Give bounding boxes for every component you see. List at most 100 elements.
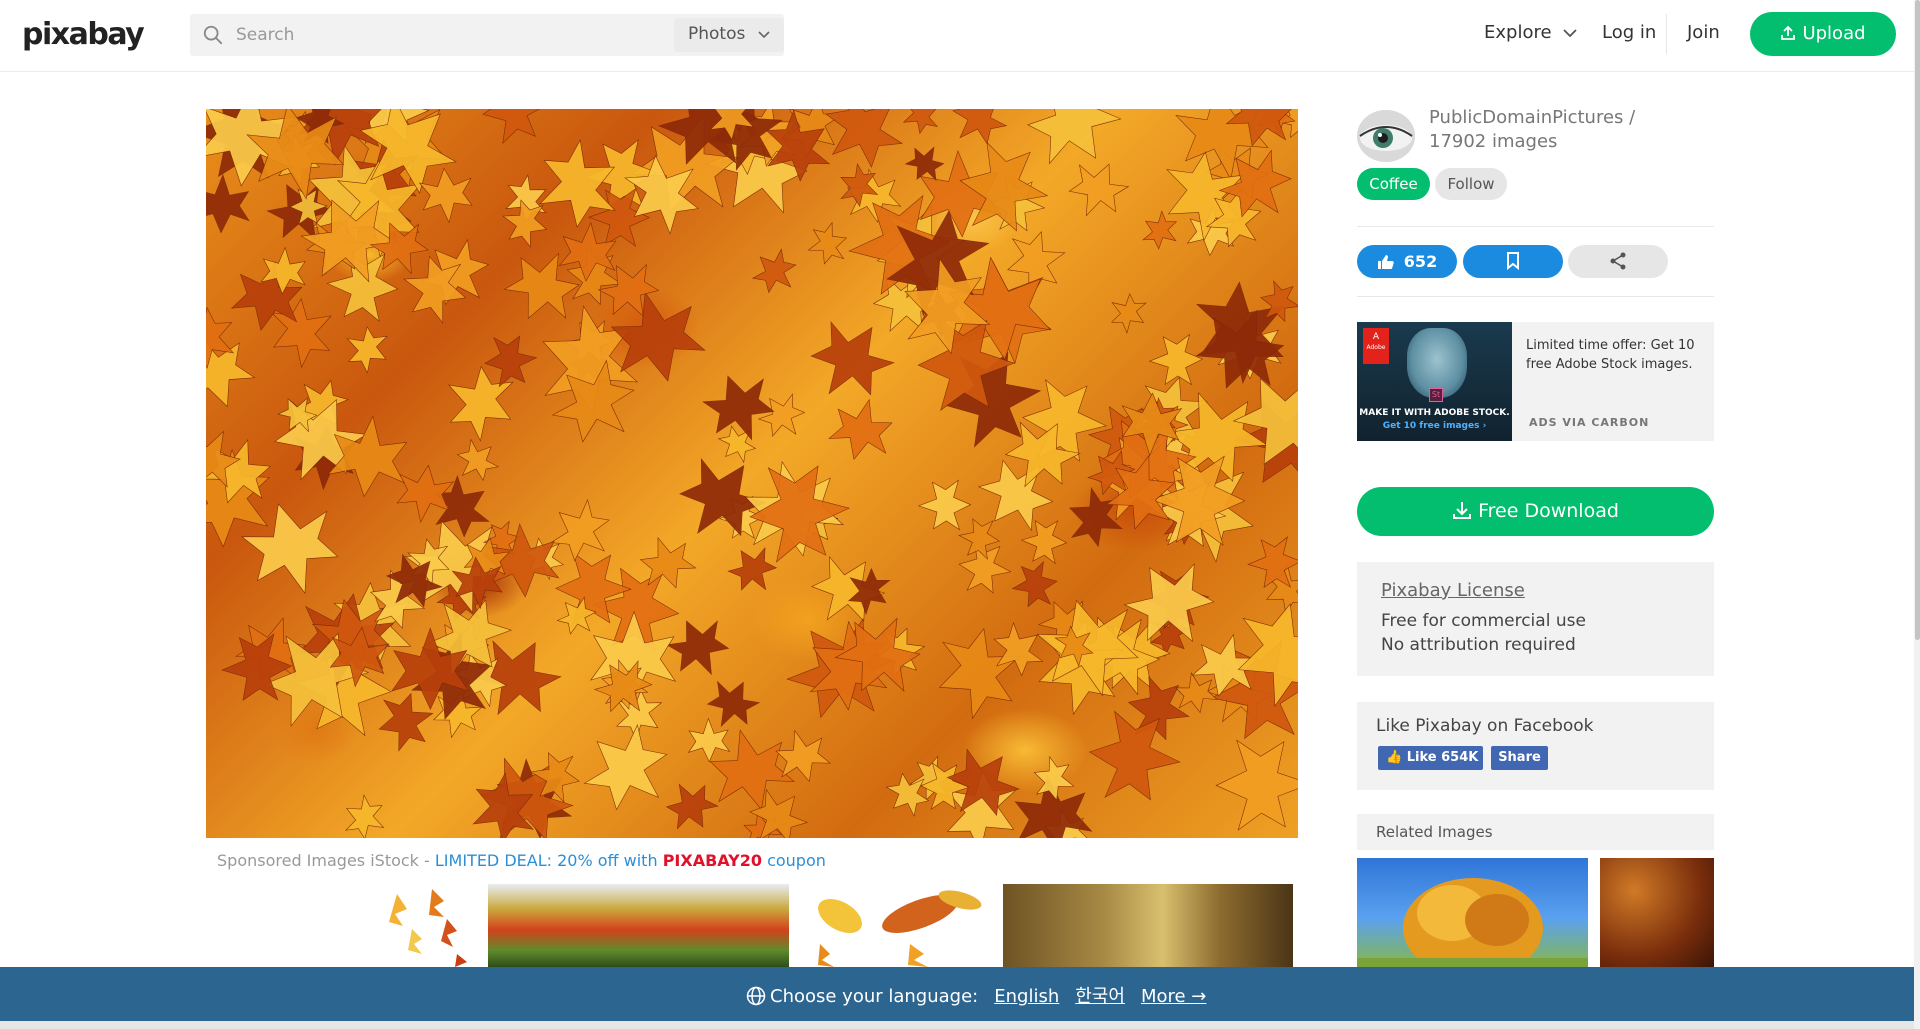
top-header: pixabay Photos Explore Log in Join Uploa… xyxy=(0,0,1920,72)
facebook-share-button[interactable]: Share xyxy=(1491,746,1548,770)
nav-divider xyxy=(1666,14,1667,54)
leaf-shape xyxy=(206,173,250,234)
carbon-ad[interactable]: A Adobe St MAKE IT WITH ADOBE STOCK. Get … xyxy=(1357,322,1714,441)
leaf-shape xyxy=(1110,293,1147,334)
sponsored-suffix[interactable]: coupon xyxy=(762,851,826,870)
download-icon xyxy=(1453,502,1472,519)
thumbs-up-icon xyxy=(1377,255,1394,269)
share-icon xyxy=(1610,252,1626,270)
sponsored-thumb[interactable] xyxy=(800,884,990,967)
language-english[interactable]: English xyxy=(994,986,1059,1007)
chevron-down-icon xyxy=(1563,28,1577,37)
leaf-shape xyxy=(1027,109,1122,165)
related-image[interactable] xyxy=(1600,858,1714,967)
facebook-title: Like Pixabay on Facebook xyxy=(1376,716,1594,736)
sponsored-thumb[interactable] xyxy=(1003,884,1293,967)
search-type-dropdown[interactable]: Photos xyxy=(674,18,784,52)
leaf-shape xyxy=(665,783,719,830)
share-button[interactable] xyxy=(1568,245,1668,278)
chevron-down-icon xyxy=(758,31,770,39)
sponsored-thumb[interactable] xyxy=(488,884,789,967)
leaf-shape xyxy=(727,546,778,591)
main-photo[interactable] xyxy=(206,109,1298,838)
language-korean[interactable]: 한국어 xyxy=(1075,986,1125,1007)
author-name[interactable]: PublicDomainPictures / 17902 images xyxy=(1429,106,1689,154)
leaf-shape xyxy=(810,321,895,396)
leaf-shape xyxy=(938,627,1021,720)
leaf-shape xyxy=(1011,560,1058,608)
leaf-shape xyxy=(482,109,550,144)
leaf-shape xyxy=(1142,210,1178,250)
facebook-like-label: Like 654K xyxy=(1406,750,1479,765)
coupon-code[interactable]: PIXABAY20 xyxy=(663,851,762,870)
leaf-shape xyxy=(1068,163,1130,217)
leaf-shape xyxy=(807,221,848,265)
language-more[interactable]: More → xyxy=(1141,986,1206,1007)
license-commercial: Free for commercial use xyxy=(1381,611,1586,631)
bookmark-button[interactable] xyxy=(1463,245,1563,278)
search-icon[interactable] xyxy=(202,24,224,46)
sponsored-prefix: Sponsored Images iStock - xyxy=(217,851,435,870)
leaf-shape xyxy=(917,479,972,531)
thumbs-up-icon: 👍 xyxy=(1386,750,1403,765)
sidebar-divider xyxy=(1357,296,1714,297)
like-button[interactable]: 652 xyxy=(1357,245,1457,278)
ads-via-carbon[interactable]: ADS VIA CARBON xyxy=(1529,416,1649,429)
ad-image-cta: Get 10 free images › xyxy=(1382,421,1487,431)
globe-icon xyxy=(746,986,766,1006)
leaf-shape xyxy=(1020,519,1068,565)
stock-badge: St xyxy=(1429,388,1443,402)
search-bar: Photos xyxy=(190,14,784,56)
pixabay-logo[interactable]: pixabay xyxy=(22,17,145,52)
leaf-shape xyxy=(1088,710,1181,801)
facebook-like-button[interactable]: 👍 Like 654K xyxy=(1378,746,1483,770)
license-link[interactable]: Pixabay License xyxy=(1381,580,1714,601)
related-images-heading: Related Images xyxy=(1357,814,1714,850)
sponsored-deal[interactable]: LIMITED DEAL: 20% off with xyxy=(435,851,663,870)
search-type-label: Photos xyxy=(688,24,746,44)
leaf-shape xyxy=(418,167,473,224)
download-label: Free Download xyxy=(1478,500,1619,522)
license-attribution: No attribution required xyxy=(1381,635,1576,655)
free-download-button[interactable]: Free Download xyxy=(1357,487,1714,536)
upload-icon xyxy=(1781,25,1796,40)
related-image[interactable] xyxy=(1357,858,1588,967)
join-link[interactable]: Join xyxy=(1687,22,1720,43)
leaf-shape xyxy=(484,335,538,388)
leaf-shape xyxy=(902,109,939,135)
leaf-shape xyxy=(1148,333,1204,386)
sidebar-divider xyxy=(1357,226,1714,227)
leaf-shape xyxy=(687,717,731,763)
license-box: Pixabay License Free for commercial use … xyxy=(1357,562,1714,676)
explore-label: Explore xyxy=(1484,22,1552,43)
explore-menu[interactable]: Explore xyxy=(1484,22,1577,43)
sponsored-thumb[interactable] xyxy=(367,884,477,967)
search-input[interactable] xyxy=(236,14,656,56)
author-avatar[interactable] xyxy=(1357,110,1415,162)
bookmark-icon xyxy=(1507,252,1519,271)
like-count: 652 xyxy=(1403,252,1438,271)
leaf-shape xyxy=(952,109,1008,145)
leaf-shape xyxy=(583,724,668,811)
login-link[interactable]: Log in xyxy=(1602,22,1656,43)
ad-image-headline: MAKE IT WITH ADOBE STOCK. xyxy=(1359,408,1510,418)
leaf-shape xyxy=(757,393,806,437)
bottom-strip xyxy=(0,1021,1914,1029)
scrollbar-thumb[interactable] xyxy=(1915,0,1920,640)
leaf-shape xyxy=(1215,739,1298,831)
upload-button[interactable]: Upload xyxy=(1750,12,1896,56)
follow-button[interactable]: Follow xyxy=(1435,168,1507,200)
leaf-shape xyxy=(344,794,385,838)
language-label: Choose your language: xyxy=(770,986,979,1007)
leaf-shape xyxy=(346,326,388,374)
adobe-logo: A Adobe xyxy=(1363,328,1389,364)
upload-label: Upload xyxy=(1802,23,1866,44)
leaf-shape xyxy=(828,398,893,460)
ad-text[interactable]: Limited time offer: Get 10 free Adobe St… xyxy=(1526,336,1706,374)
language-bar: Choose your language: English 한국어 More → xyxy=(0,967,1914,1021)
sponsored-banner[interactable]: Sponsored Images iStock - LIMITED DEAL: … xyxy=(217,851,826,870)
sponsored-thumbnails xyxy=(0,884,1300,967)
ad-image[interactable]: A Adobe St MAKE IT WITH ADOBE STOCK. Get … xyxy=(1357,322,1512,441)
coffee-button[interactable]: Coffee xyxy=(1357,168,1430,200)
autumn-leaves-image xyxy=(206,109,1298,838)
